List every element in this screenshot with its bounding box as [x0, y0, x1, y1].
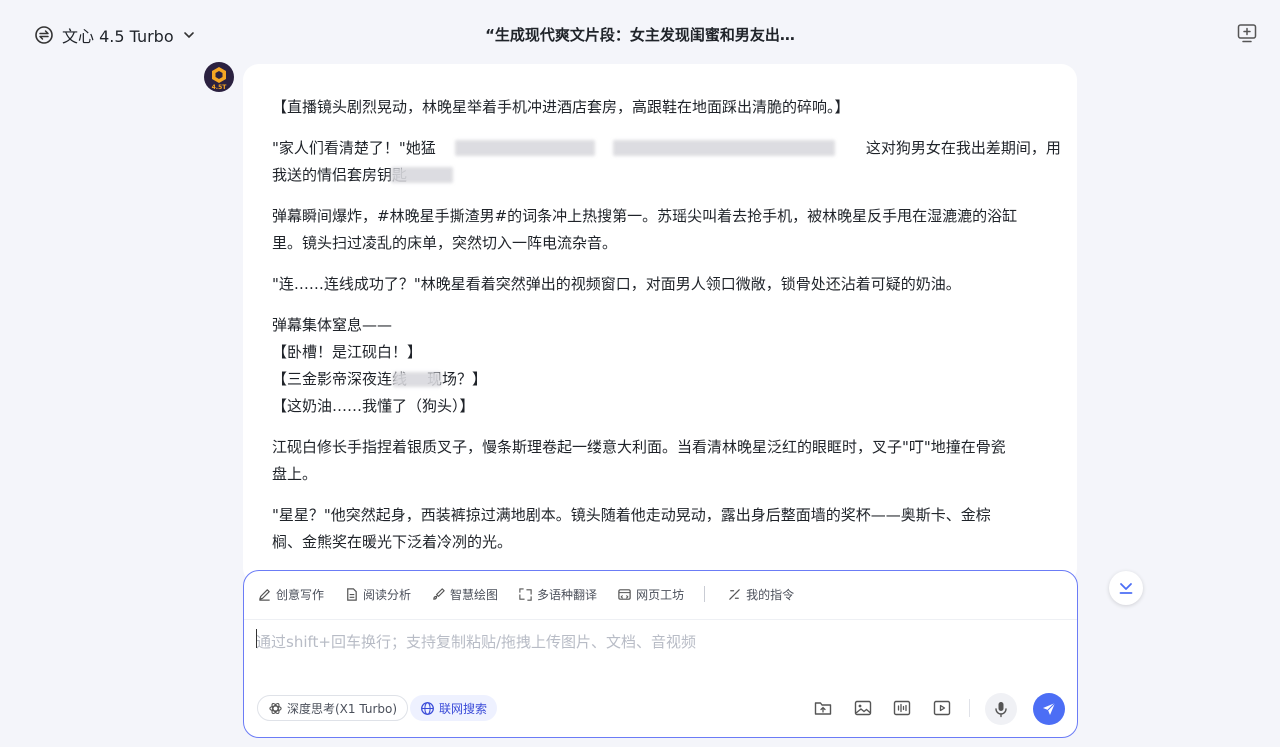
redaction-blur	[613, 140, 835, 156]
answer-paragraph: "星星？"他突然起身，西装裤掠过满地剧本。镜头随着他走动晃动，露出身后整面墙的奖…	[272, 502, 1062, 556]
answer-card: 【直播镜头剧烈晃动，林晚星举着手机冲进酒店套房，高跟鞋在地面踩出清脆的碎响。】 …	[243, 64, 1077, 584]
redaction-blur	[393, 372, 441, 387]
answer-body: 【直播镜头剧烈晃动，林晚星举着手机冲进酒店套房，高跟鞋在地面踩出清脆的碎响。】 …	[272, 94, 1062, 570]
answer-paragraph: 弹幕集体窒息—— 【卧槽！是江砚白！】 【三金影帝深夜连线 现场？】 【这奶油………	[272, 312, 1062, 420]
header-bar: 文心 4.5 Turbo “生成现代爽文片段：女主发现闺蜜和男友出…	[0, 0, 1280, 68]
upload-file-icon[interactable]	[813, 698, 833, 718]
answer-text: 【直播镜头剧烈晃动，林晚星举着手机冲进酒店套房，高跟鞋在地面踩出清脆的碎响。】	[272, 98, 850, 116]
answer-paragraph: "连……连线成功了？"林晚星看着突然弹出的视频窗口，对面男人领口微敞，锁骨处还沾…	[272, 271, 1062, 298]
voice-input-button[interactable]	[985, 693, 1017, 725]
message-input[interactable]	[256, 627, 1056, 657]
answer-text: 江砚白修长手指捏着银质叉子，慢条斯理卷起一缕意大利面。当看清林晚星泛红的眼眶时，…	[272, 438, 1006, 456]
translate-icon	[519, 587, 532, 601]
answer-paragraph: 江砚白修长手指捏着银质叉子，慢条斯理卷起一缕意大利面。当看清林晚星泛红的眼眶时，…	[272, 434, 1062, 488]
avatar-badge: 4.5T	[211, 84, 227, 91]
pen-icon	[259, 588, 270, 601]
tool-label: 多语种翻译	[537, 587, 598, 602]
answer-paragraph: 弹幕瞬间爆炸，#林晚星手撕渣男#的词条冲上热搜第一。苏瑶尖叫着去抢手机，被林晚星…	[272, 203, 1062, 257]
upload-video-icon[interactable]	[932, 698, 952, 718]
answer-text: 【三金影帝深夜连线 现场？】	[272, 366, 1062, 393]
redaction-blur	[455, 140, 595, 156]
tool-label: 网页工坊	[636, 587, 685, 602]
tool-smart-drawing[interactable]: 智慧绘图	[431, 586, 498, 603]
answer-text: 榈、金熊奖在暖光下泛着冷冽的光。	[272, 533, 513, 551]
deep-think-toggle[interactable]: 深度思考(X1 Turbo)	[257, 695, 409, 721]
composer-divider	[244, 619, 1077, 620]
composer-vertical-divider	[969, 699, 970, 717]
tool-translation[interactable]: 多语种翻译	[518, 586, 597, 603]
answer-text: 盘上。	[272, 465, 318, 483]
tool-creative-writing[interactable]: 创意写作	[257, 586, 324, 603]
toolbar-divider	[704, 586, 706, 602]
web-search-label: 联网搜索	[439, 701, 488, 716]
redaction-blur	[391, 167, 453, 183]
answer-text: 里。镜头扫过凌乱的床单，突然切入一阵电流杂音。	[272, 234, 618, 252]
answer-paragraph: 【直播镜头剧烈晃动，林晚星举着手机冲进酒店套房，高跟鞋在地面踩出清脆的碎响。】	[272, 94, 1062, 121]
command-icon	[729, 588, 740, 600]
send-icon	[1043, 702, 1056, 715]
send-button[interactable]	[1033, 693, 1065, 725]
tool-label: 阅读分析	[363, 587, 412, 602]
answer-text: 【这奶油……我懂了（狗头）】	[272, 397, 475, 415]
text-caret	[256, 629, 257, 648]
tool-reading-analysis[interactable]: 阅读分析	[344, 586, 411, 603]
document-icon	[347, 587, 357, 601]
atom-icon	[269, 702, 282, 714]
assistant-avatar: 4.5T	[204, 62, 234, 92]
answer-text: 弹幕瞬间爆炸，#林晚星手撕渣男#的词条冲上热搜第一。苏瑶尖叫着去抢手机，被林晚星…	[272, 207, 1018, 225]
tool-label: 创意写作	[276, 587, 325, 602]
arrow-down-icon	[1119, 583, 1133, 594]
web-search-toggle[interactable]: 联网搜索	[410, 695, 498, 721]
composer-toolbar: 创意写作 阅读分析 智慧绘图 多语种翻译 网页工坊 我的指令	[257, 583, 814, 605]
upload-audio-icon[interactable]	[892, 698, 912, 718]
tool-label: 智慧绘图	[450, 587, 499, 602]
microphone-icon	[995, 702, 1007, 718]
answer-text: "星星？"他突然起身，西装裤掠过满地剧本。镜头随着他走动晃动，露出身后整面墙的奖…	[272, 506, 991, 524]
answer-text-fragment: 【三金影帝深夜连线	[272, 370, 408, 388]
tool-web-workshop[interactable]: 网页工坊	[617, 586, 684, 603]
globe-icon	[421, 701, 434, 715]
new-chat-icon[interactable]	[1236, 22, 1258, 44]
conversation-title: “生成现代爽文片段：女主发现闺蜜和男友出…	[485, 26, 795, 44]
scroll-to-bottom-button[interactable]	[1109, 571, 1143, 605]
brush-icon	[433, 587, 445, 600]
tool-label: 我的指令	[746, 587, 795, 602]
webpage-icon	[618, 588, 631, 600]
answer-text-fragment: 这对狗男女在我出差期间，用	[865, 139, 1061, 157]
tool-my-commands[interactable]: 我的指令	[727, 586, 794, 603]
answer-text: 【卧槽！是江砚白！】	[272, 343, 423, 361]
composer: 创意写作 阅读分析 智慧绘图 多语种翻译 网页工坊 我的指令 深度思考(X1 T…	[243, 570, 1078, 738]
answer-text-fragment: "家人们看清楚了！"她猛	[272, 139, 436, 157]
upload-image-icon[interactable]	[853, 698, 873, 718]
deep-think-label: 深度思考(X1 Turbo)	[287, 701, 398, 716]
answer-text: "连……连线成功了？"林晚星看着突然弹出的视频窗口，对面男人领口微敞，锁骨处还沾…	[272, 275, 961, 293]
answer-text: 弹幕集体窒息——	[272, 316, 393, 334]
